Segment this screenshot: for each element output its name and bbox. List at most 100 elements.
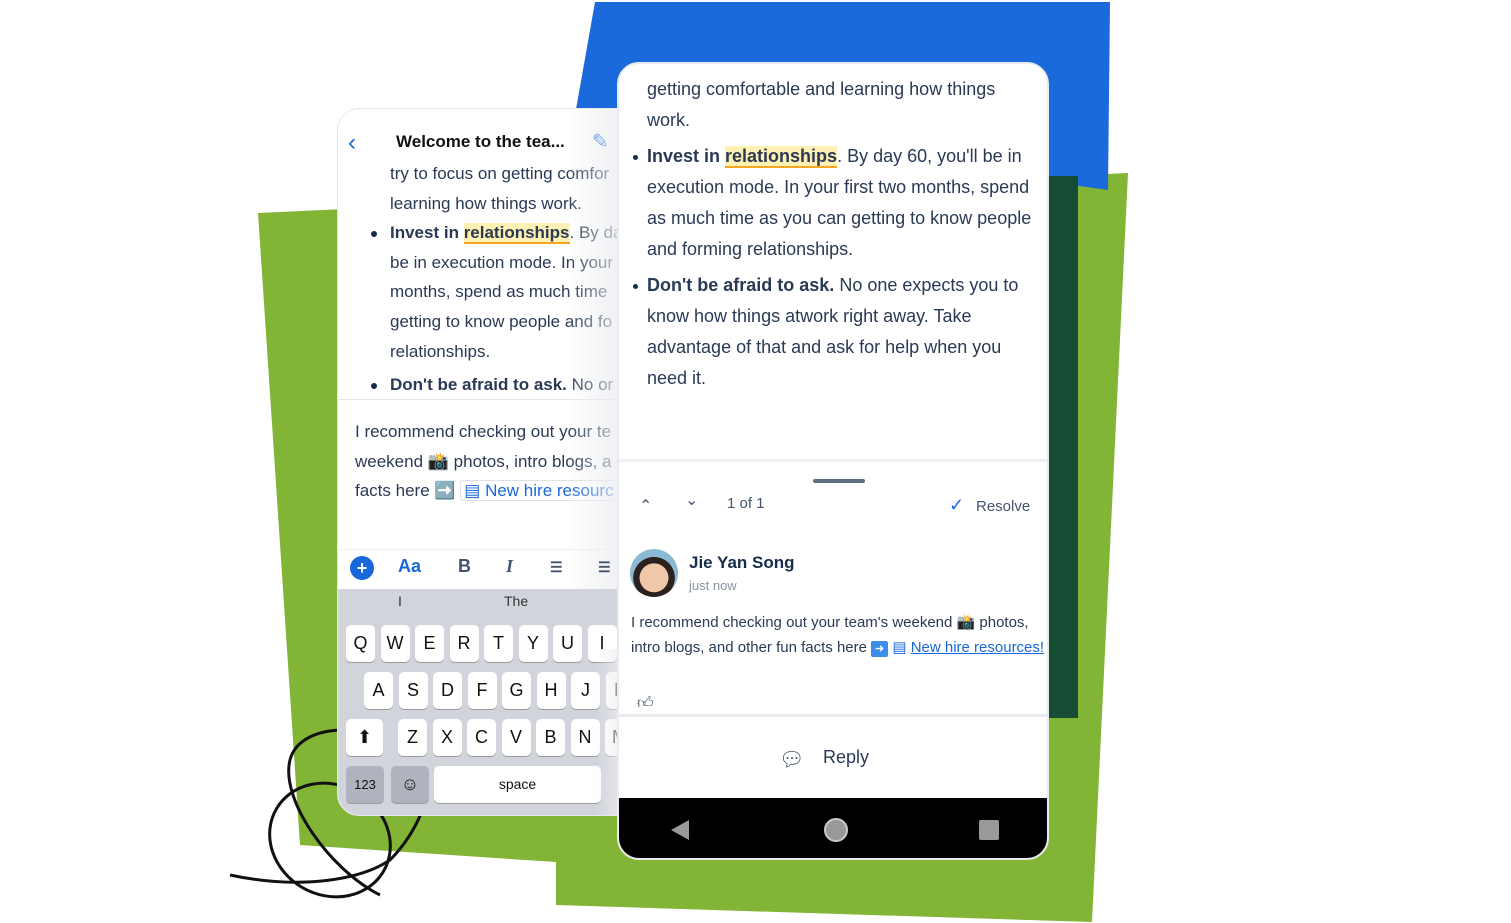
doc-line: learning how things work.	[390, 193, 582, 213]
key-z[interactable]: Z	[398, 719, 427, 756]
key-c[interactable]: C	[467, 719, 496, 756]
suggestion[interactable]: I	[398, 593, 402, 609]
android-nav-bar	[619, 798, 1047, 858]
document-icon: ▤	[892, 639, 907, 656]
key-x[interactable]: X	[432, 719, 462, 756]
text-style-button[interactable]: Aa	[398, 556, 421, 577]
suggestion[interactable]: The	[504, 593, 528, 609]
numbers-key[interactable]: 123	[346, 766, 384, 803]
thumbs-up-icon[interactable]: 👍︎	[637, 694, 654, 713]
space-key[interactable]: space	[434, 766, 601, 803]
bold-text: Don't be afraid to ask.	[647, 275, 835, 295]
comment-text: weekend	[355, 451, 428, 471]
italic-button[interactable]: I	[506, 556, 513, 577]
shift-key[interactable]: ⬆	[346, 719, 383, 756]
left-phone-editor: ‹ Welcome to the tea... ✎ try to focus o…	[337, 108, 627, 816]
doc-line: know how things atwork right away. Take	[647, 306, 972, 326]
key-y[interactable]: Y	[518, 625, 548, 662]
key-b[interactable]: B	[536, 719, 565, 756]
doc-line: need it.	[647, 368, 707, 388]
bold-text: Invest in	[647, 146, 726, 166]
key-e[interactable]: E	[415, 625, 444, 662]
key-d[interactable]: D	[433, 672, 462, 709]
chevron-down-icon[interactable]: ⌄	[685, 490, 698, 510]
camera-flash-emoji-icon: 📸	[427, 451, 449, 471]
add-button[interactable]: +	[350, 556, 374, 580]
link-text: New hire resourc	[485, 481, 614, 501]
doc-text: No one expects you to	[834, 275, 1019, 295]
resolve-button[interactable]: Resolve	[976, 498, 1030, 515]
key-i[interactable]: I	[587, 625, 617, 662]
comment-bubble-icon: 💬︎	[779, 749, 805, 771]
chevron-left-icon[interactable]: ‹	[348, 129, 356, 157]
key-a[interactable]: A	[364, 672, 393, 709]
key-s[interactable]: S	[398, 672, 428, 709]
doc-line: as much time as you can getting to know …	[647, 208, 1032, 228]
key-h[interactable]: H	[536, 672, 566, 709]
key-q[interactable]: Q	[346, 625, 375, 662]
comment-line: I recommend checking out your te	[355, 422, 612, 441]
arrow-right-emoji-icon: ➡️	[434, 481, 456, 501]
key-u[interactable]: U	[553, 625, 582, 662]
divider	[338, 399, 626, 400]
comment-text: I recommend checking out your team's wee…	[631, 610, 1046, 660]
doc-line: try to focus on getting comfor	[390, 164, 610, 183]
bold-button[interactable]: B	[458, 556, 471, 577]
check-icon: ✓	[949, 495, 965, 515]
author-name: Jie Yan Song	[689, 553, 795, 572]
bullet-item: Invest in relationships. By day 60, you'…	[632, 141, 1031, 172]
chevron-up-icon[interactable]: ⌃	[639, 496, 652, 516]
document-icon: ▤	[464, 481, 481, 501]
reply-button[interactable]: Reply	[823, 747, 869, 768]
bullet-item: Invest in relationships. By da	[371, 218, 626, 248]
doc-line: advantage of that and ask for help when …	[647, 337, 1002, 357]
page-title: Welcome to the tea...	[396, 132, 565, 151]
doc-line: and forming relationships.	[647, 239, 854, 259]
dark-green-shape	[1046, 176, 1078, 718]
comment-counter: 1 of 1	[727, 495, 765, 512]
bold-text: Don't be afraid to ask.	[390, 375, 567, 395]
highlighted-comment-text[interactable]: relationships	[725, 146, 838, 168]
key-r[interactable]: R	[449, 625, 479, 662]
document-body[interactable]: try to focus on getting comfor learning …	[371, 159, 626, 400]
camera-flash-emoji-icon: 📸	[956, 614, 976, 631]
key-f[interactable]: F	[467, 672, 497, 709]
link-chip[interactable]: ▤ New hire resourc	[460, 480, 618, 502]
avatar	[630, 549, 678, 597]
doc-text: . By da	[569, 223, 623, 243]
doc-line: relationships.	[390, 341, 491, 361]
key-v[interactable]: V	[501, 719, 531, 756]
key-n[interactable]: N	[570, 719, 600, 756]
drag-handle[interactable]	[813, 479, 865, 483]
back-nav-icon[interactable]	[671, 820, 689, 840]
doc-line: execution mode. In your first two months…	[647, 177, 1030, 197]
arrow-right-emoji-icon: ➜	[871, 641, 889, 657]
timestamp: just now	[689, 578, 737, 593]
bold-text: Invest in	[390, 223, 464, 243]
right-phone-comments: getting comfortable and learning how thi…	[617, 62, 1049, 860]
bullet-list-button[interactable]: ☰	[550, 559, 563, 576]
pencil-icon[interactable]: ✎	[592, 129, 609, 154]
format-toolbar: + Aa B I ☰ ☰	[338, 549, 626, 589]
key-j[interactable]: J	[571, 672, 600, 709]
doc-text: . By day 60, you'll be in	[837, 146, 1022, 166]
highlighted-comment-text[interactable]: relationships	[463, 223, 570, 245]
document-body[interactable]: getting comfortable and learning how thi…	[632, 74, 1032, 394]
editor-header: ‹ Welcome to the tea... ✎	[338, 129, 626, 157]
doc-line: work.	[647, 110, 691, 130]
keyboard: I The 123 ☺ space ⬆ QWERTYUIASDFGHJKZXCV…	[338, 589, 626, 815]
doc-text: No or	[566, 375, 614, 395]
emoji-key[interactable]: ☺	[391, 766, 429, 803]
doc-line: getting comfortable and learning how thi…	[647, 79, 996, 99]
doc-line: months, spend as much time	[390, 282, 608, 302]
comment-input[interactable]: I recommend checking out your te weekend…	[355, 417, 618, 506]
key-t[interactable]: T	[484, 625, 513, 662]
new-hire-resources-link[interactable]: New hire resources!	[911, 639, 1044, 656]
recents-nav-icon[interactable]	[979, 820, 999, 840]
home-nav-icon[interactable]	[824, 818, 848, 842]
doc-line: be in execution mode. In your	[390, 252, 614, 272]
key-w[interactable]: W	[380, 625, 410, 662]
key-g[interactable]: G	[502, 672, 531, 709]
reply-bar[interactable]: 💬︎ Reply	[619, 714, 1047, 798]
numbered-list-button[interactable]: ☰	[598, 559, 611, 576]
